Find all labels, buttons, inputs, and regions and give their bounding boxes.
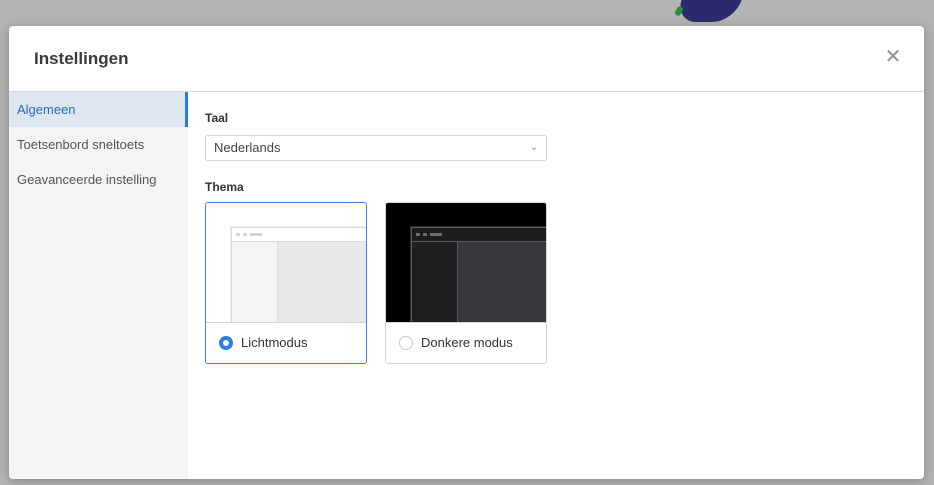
radio-light-mode[interactable] [219, 336, 233, 350]
sidebar-item-label: Toetsenbord sneltoets [17, 137, 145, 152]
dark-theme-preview-image [386, 203, 546, 325]
theme-card-label: Donkere modus [421, 335, 513, 350]
theme-card-label: Lichtmodus [241, 335, 308, 350]
language-select[interactable]: Nederlands ⌄ [205, 135, 547, 161]
settings-content: Taal Nederlands ⌄ Thema Lichtmodus Donke… [205, 92, 924, 479]
dialog-header: Instellingen ✕ [9, 26, 924, 92]
light-theme-preview [206, 203, 366, 325]
sidebar-item-geavanceerde-instelling[interactable]: Geavanceerde instelling [9, 162, 188, 197]
theme-card-footer: Lichtmodus [206, 322, 366, 363]
radio-dark-mode[interactable] [399, 336, 413, 350]
light-theme-preview-image [206, 203, 366, 325]
language-value: Nederlands [214, 140, 281, 155]
theme-card-footer: Donkere modus [386, 322, 546, 363]
background-decoration [674, 0, 742, 22]
close-icon[interactable]: ✕ [882, 46, 904, 68]
settings-sidebar: Algemeen Toetsenbord sneltoets Geavancee… [9, 92, 188, 479]
sidebar-item-algemeen[interactable]: Algemeen [9, 92, 188, 127]
dark-theme-preview [386, 203, 546, 325]
sidebar-item-label: Algemeen [17, 102, 76, 117]
sidebar-item-label: Geavanceerde instelling [17, 172, 157, 187]
language-label: Taal [205, 111, 229, 125]
theme-card-dark[interactable]: Donkere modus [385, 202, 547, 364]
settings-dialog: Instellingen ✕ Algemeen Toetsenbord snel… [9, 26, 924, 479]
chevron-down-icon: ⌄ [529, 142, 538, 153]
dialog-title: Instellingen [34, 49, 129, 68]
theme-card-light[interactable]: Lichtmodus [205, 202, 367, 364]
sidebar-item-toetsenbord-sneltoets[interactable]: Toetsenbord sneltoets [9, 127, 188, 162]
theme-label: Thema [205, 180, 244, 194]
